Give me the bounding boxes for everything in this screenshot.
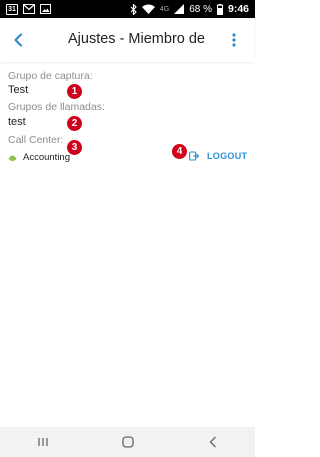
clock: 9:46	[227, 3, 249, 15]
logout-label: LOGOUT	[207, 151, 248, 161]
back-icon	[209, 436, 216, 448]
home-button[interactable]	[116, 432, 140, 452]
back-button[interactable]	[8, 30, 28, 50]
bluetooth-icon	[130, 3, 137, 15]
battery-text: 68 %	[189, 3, 212, 15]
wifi-icon	[141, 4, 155, 14]
logout-button[interactable]: LOGOUT	[189, 151, 247, 161]
capture-group-label: Grupo de captura:	[8, 70, 93, 82]
status-bar: 31 4G 68 % 9:46	[0, 0, 255, 18]
marker-1: 1	[67, 84, 82, 99]
calendar-icon: 31	[6, 3, 18, 15]
app-bar: Ajustes - Miembro de	[0, 18, 255, 62]
more-vert-icon	[232, 33, 236, 47]
capture-group-value[interactable]: Test	[8, 84, 28, 96]
status-bar-right: 4G 68 % 9:46	[130, 3, 249, 15]
home-icon	[121, 436, 134, 448]
chevron-left-icon	[14, 33, 23, 47]
page-title: Ajustes - Miembro de	[68, 31, 205, 47]
overflow-menu-button[interactable]	[228, 30, 240, 50]
logout-icon	[189, 151, 199, 161]
call-center-label: Call Center:	[8, 134, 64, 146]
network-type: 4G	[159, 5, 170, 13]
image-icon	[40, 4, 51, 14]
call-groups-value[interactable]: test	[8, 116, 26, 128]
back-nav-button[interactable]	[201, 432, 225, 452]
call-groups-label: Grupos de llamadas:	[8, 101, 105, 113]
settings-content: Grupo de captura: Test 1 Grupos de llama…	[0, 62, 255, 427]
marker-4: 4	[172, 144, 187, 159]
battery-icon	[216, 3, 223, 15]
marker-2: 2	[67, 116, 82, 131]
recents-icon	[37, 438, 48, 446]
signal-icon	[174, 4, 185, 14]
status-bar-left: 31	[6, 3, 51, 15]
call-center-name: Accounting	[23, 152, 71, 163]
system-nav-bar	[0, 427, 255, 457]
recents-button[interactable]	[31, 432, 55, 452]
gmail-icon	[23, 4, 35, 14]
call-center-row: Accounting	[8, 152, 70, 163]
agent-status-icon	[8, 153, 17, 162]
